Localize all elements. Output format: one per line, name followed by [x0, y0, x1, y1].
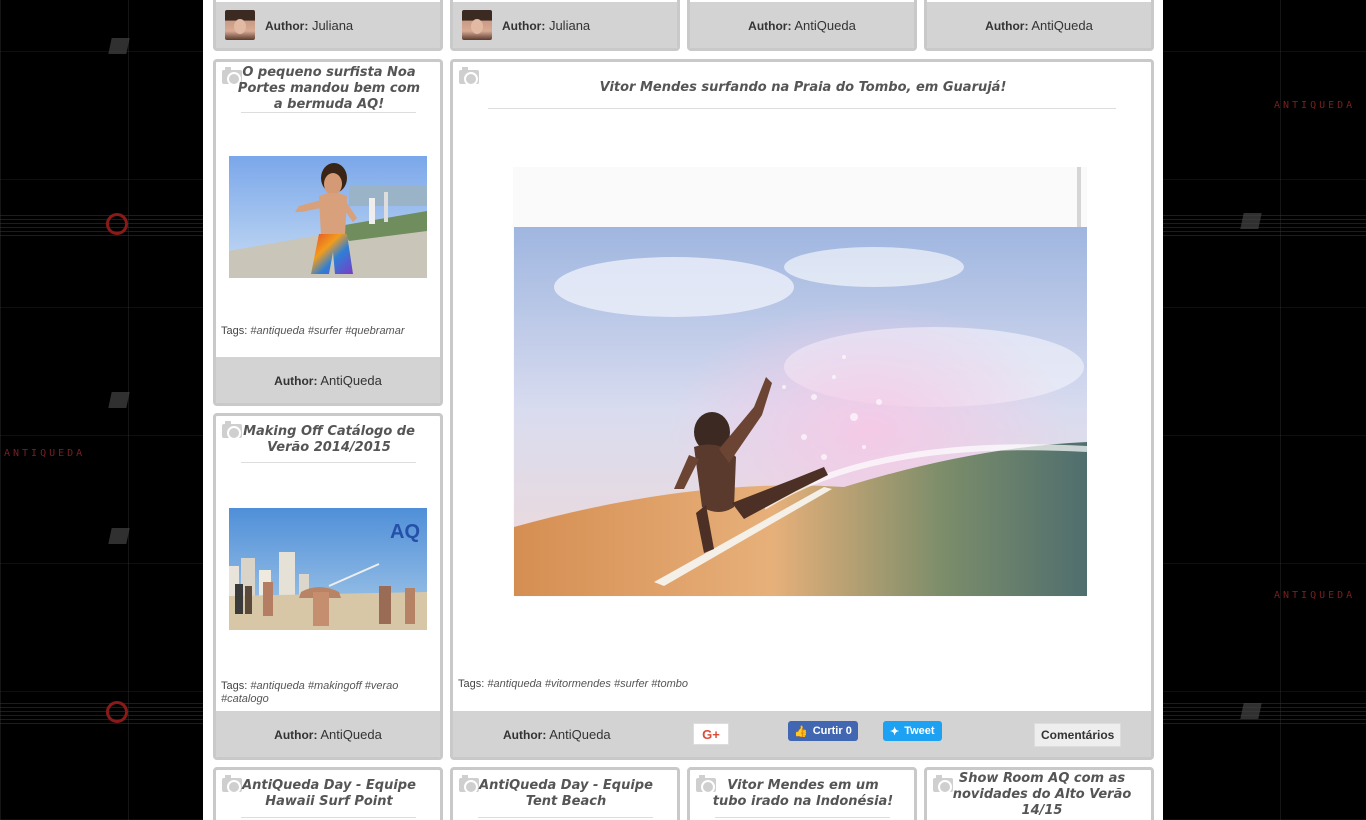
post-title[interactable]: O pequeno surfista Noa Portes mandou bem… — [236, 65, 422, 113]
title-divider — [488, 108, 1116, 109]
author-line: Author: AntiQueda — [274, 726, 382, 742]
post-card[interactable]: AntiQueda Day - Equipe Hawaii Surf Point — [213, 767, 443, 820]
tag-link[interactable]: #makingoff — [308, 680, 362, 692]
author-line: Author: AntiQueda — [274, 372, 382, 388]
post-tags: Tags: #antiqueda #surfer #quebramar — [221, 325, 405, 337]
featured-post-title[interactable]: Vitor Mendes surfando na Praia do Tombo,… — [493, 80, 1113, 96]
post-card[interactable]: O pequeno surfista Noa Portes mandou bem… — [213, 59, 443, 406]
post-card[interactable]: Vitor Mendes em um tubo irado na Indonés… — [687, 767, 917, 820]
author-line: Author: Juliana — [265, 17, 354, 33]
post-card[interactable]: Author: Juliana — [450, 0, 680, 51]
post-title[interactable]: Vitor Mendes em um tubo irado na Indonés… — [710, 778, 896, 810]
author-name[interactable]: Juliana — [312, 18, 353, 33]
tag-link[interactable]: #antiqueda — [250, 680, 304, 692]
brand-glyph-icon — [1240, 703, 1262, 719]
post-tags: Tags: #antiqueda #makingoff #verao #cata… — [221, 680, 399, 705]
aq-logo: AQ — [390, 521, 420, 543]
post-title[interactable]: Making Off Catálogo de Verão 2014/2015 — [236, 424, 422, 456]
tag-link[interactable]: #vitormendes — [545, 678, 611, 690]
author-line: Author: Juliana — [502, 17, 591, 33]
title-divider — [241, 112, 416, 113]
content-grid: Author: Juliana Author: Juliana Author: … — [203, 0, 1163, 820]
tag-link[interactable]: #tombo — [651, 678, 688, 690]
post-card[interactable]: Author: Juliana — [213, 0, 443, 51]
tag-link[interactable]: #verao — [365, 680, 399, 692]
card-footer: Author: AntiQueda — [216, 711, 440, 757]
twitter-tweet-button[interactable]: ✦ Tweet — [883, 721, 942, 741]
post-card[interactable]: Making Off Catálogo de Verão 2014/2015 A… — [213, 413, 443, 760]
card-footer: Author: AntiQueda — [927, 2, 1151, 48]
brand-mark-icon — [106, 701, 128, 723]
tag-link[interactable]: #quebramar — [345, 325, 404, 337]
tag-link[interactable]: #antiqueda — [487, 678, 541, 690]
post-tags: Tags: #antiqueda #vitormendes #surfer #t… — [458, 678, 688, 690]
facebook-like-button[interactable]: 👍 Curtir 0 — [788, 721, 858, 741]
card-footer: Author: AntiQueda — [690, 2, 914, 48]
card-footer: Author: Juliana — [216, 2, 440, 48]
camera-icon — [459, 67, 479, 86]
author-line: Author: AntiQueda — [985, 17, 1093, 33]
background-watermark: ANTIQUEDA — [1274, 590, 1356, 601]
author-avatar[interactable] — [225, 10, 255, 40]
google-plus-button[interactable]: G+ — [693, 723, 729, 745]
card-footer: Author: AntiQueda — [216, 357, 440, 403]
post-card[interactable]: Author: AntiQueda — [687, 0, 917, 51]
twitter-bird-icon: ✦ — [890, 725, 900, 738]
brand-glyph-icon — [1240, 213, 1262, 229]
featured-image[interactable] — [514, 227, 1087, 596]
author-name[interactable]: AntiQueda — [320, 373, 381, 388]
author-name[interactable]: AntiQueda — [320, 727, 381, 742]
tag-link[interactable]: #surfer — [614, 678, 648, 690]
tag-link[interactable]: #catalogo — [221, 693, 269, 705]
author-line: Author: AntiQueda — [748, 17, 856, 33]
post-title[interactable]: AntiQueda Day - Equipe Hawaii Surf Point — [236, 778, 422, 810]
post-image[interactable]: AQ — [229, 508, 427, 630]
tag-link[interactable]: #surfer — [308, 325, 342, 337]
featured-post-card[interactable]: Vitor Mendes surfando na Praia do Tombo,… — [450, 59, 1154, 760]
post-card[interactable]: Show Room AQ com as novidades do Alto Ve… — [924, 767, 1154, 820]
surfer-kid-photo — [229, 156, 427, 278]
card-footer: Author: AntiQueda G+ 👍 Curtir 0 ✦ Tweet … — [453, 711, 1151, 757]
brand-glyph-icon — [108, 392, 130, 408]
author-avatar[interactable] — [462, 10, 492, 40]
post-card[interactable]: AntiQueda Day - Equipe Tent Beach — [450, 767, 680, 820]
author-name[interactable]: AntiQueda — [1031, 18, 1092, 33]
thumbs-up-icon: 👍 — [794, 725, 808, 738]
post-title[interactable]: AntiQueda Day - Equipe Tent Beach — [473, 778, 659, 810]
title-divider — [478, 817, 653, 818]
brand-mark-icon — [106, 213, 128, 235]
surfer-wave-photo — [514, 227, 1087, 596]
title-divider — [241, 817, 416, 818]
title-divider — [715, 817, 890, 818]
comments-button[interactable]: Comentários — [1034, 723, 1122, 747]
background-watermark: ANTIQUEDA — [1274, 100, 1356, 111]
tag-link[interactable]: #antiqueda — [250, 325, 304, 337]
brand-glyph-icon — [108, 528, 130, 544]
beach-crew-photo: AQ — [229, 508, 427, 630]
author-name[interactable]: Juliana — [549, 18, 590, 33]
author-line: Author: AntiQueda — [503, 726, 611, 742]
background-watermark: ANTIQUEDA — [4, 448, 86, 459]
author-name[interactable]: AntiQueda — [549, 727, 610, 742]
post-image[interactable] — [229, 156, 427, 278]
author-name[interactable]: AntiQueda — [794, 18, 855, 33]
title-divider — [241, 462, 416, 463]
post-card[interactable]: Author: AntiQueda — [924, 0, 1154, 51]
post-title[interactable]: Show Room AQ com as novidades do Alto Ve… — [949, 771, 1135, 819]
brand-glyph-icon — [108, 38, 130, 54]
card-footer: Author: Juliana — [453, 2, 677, 48]
